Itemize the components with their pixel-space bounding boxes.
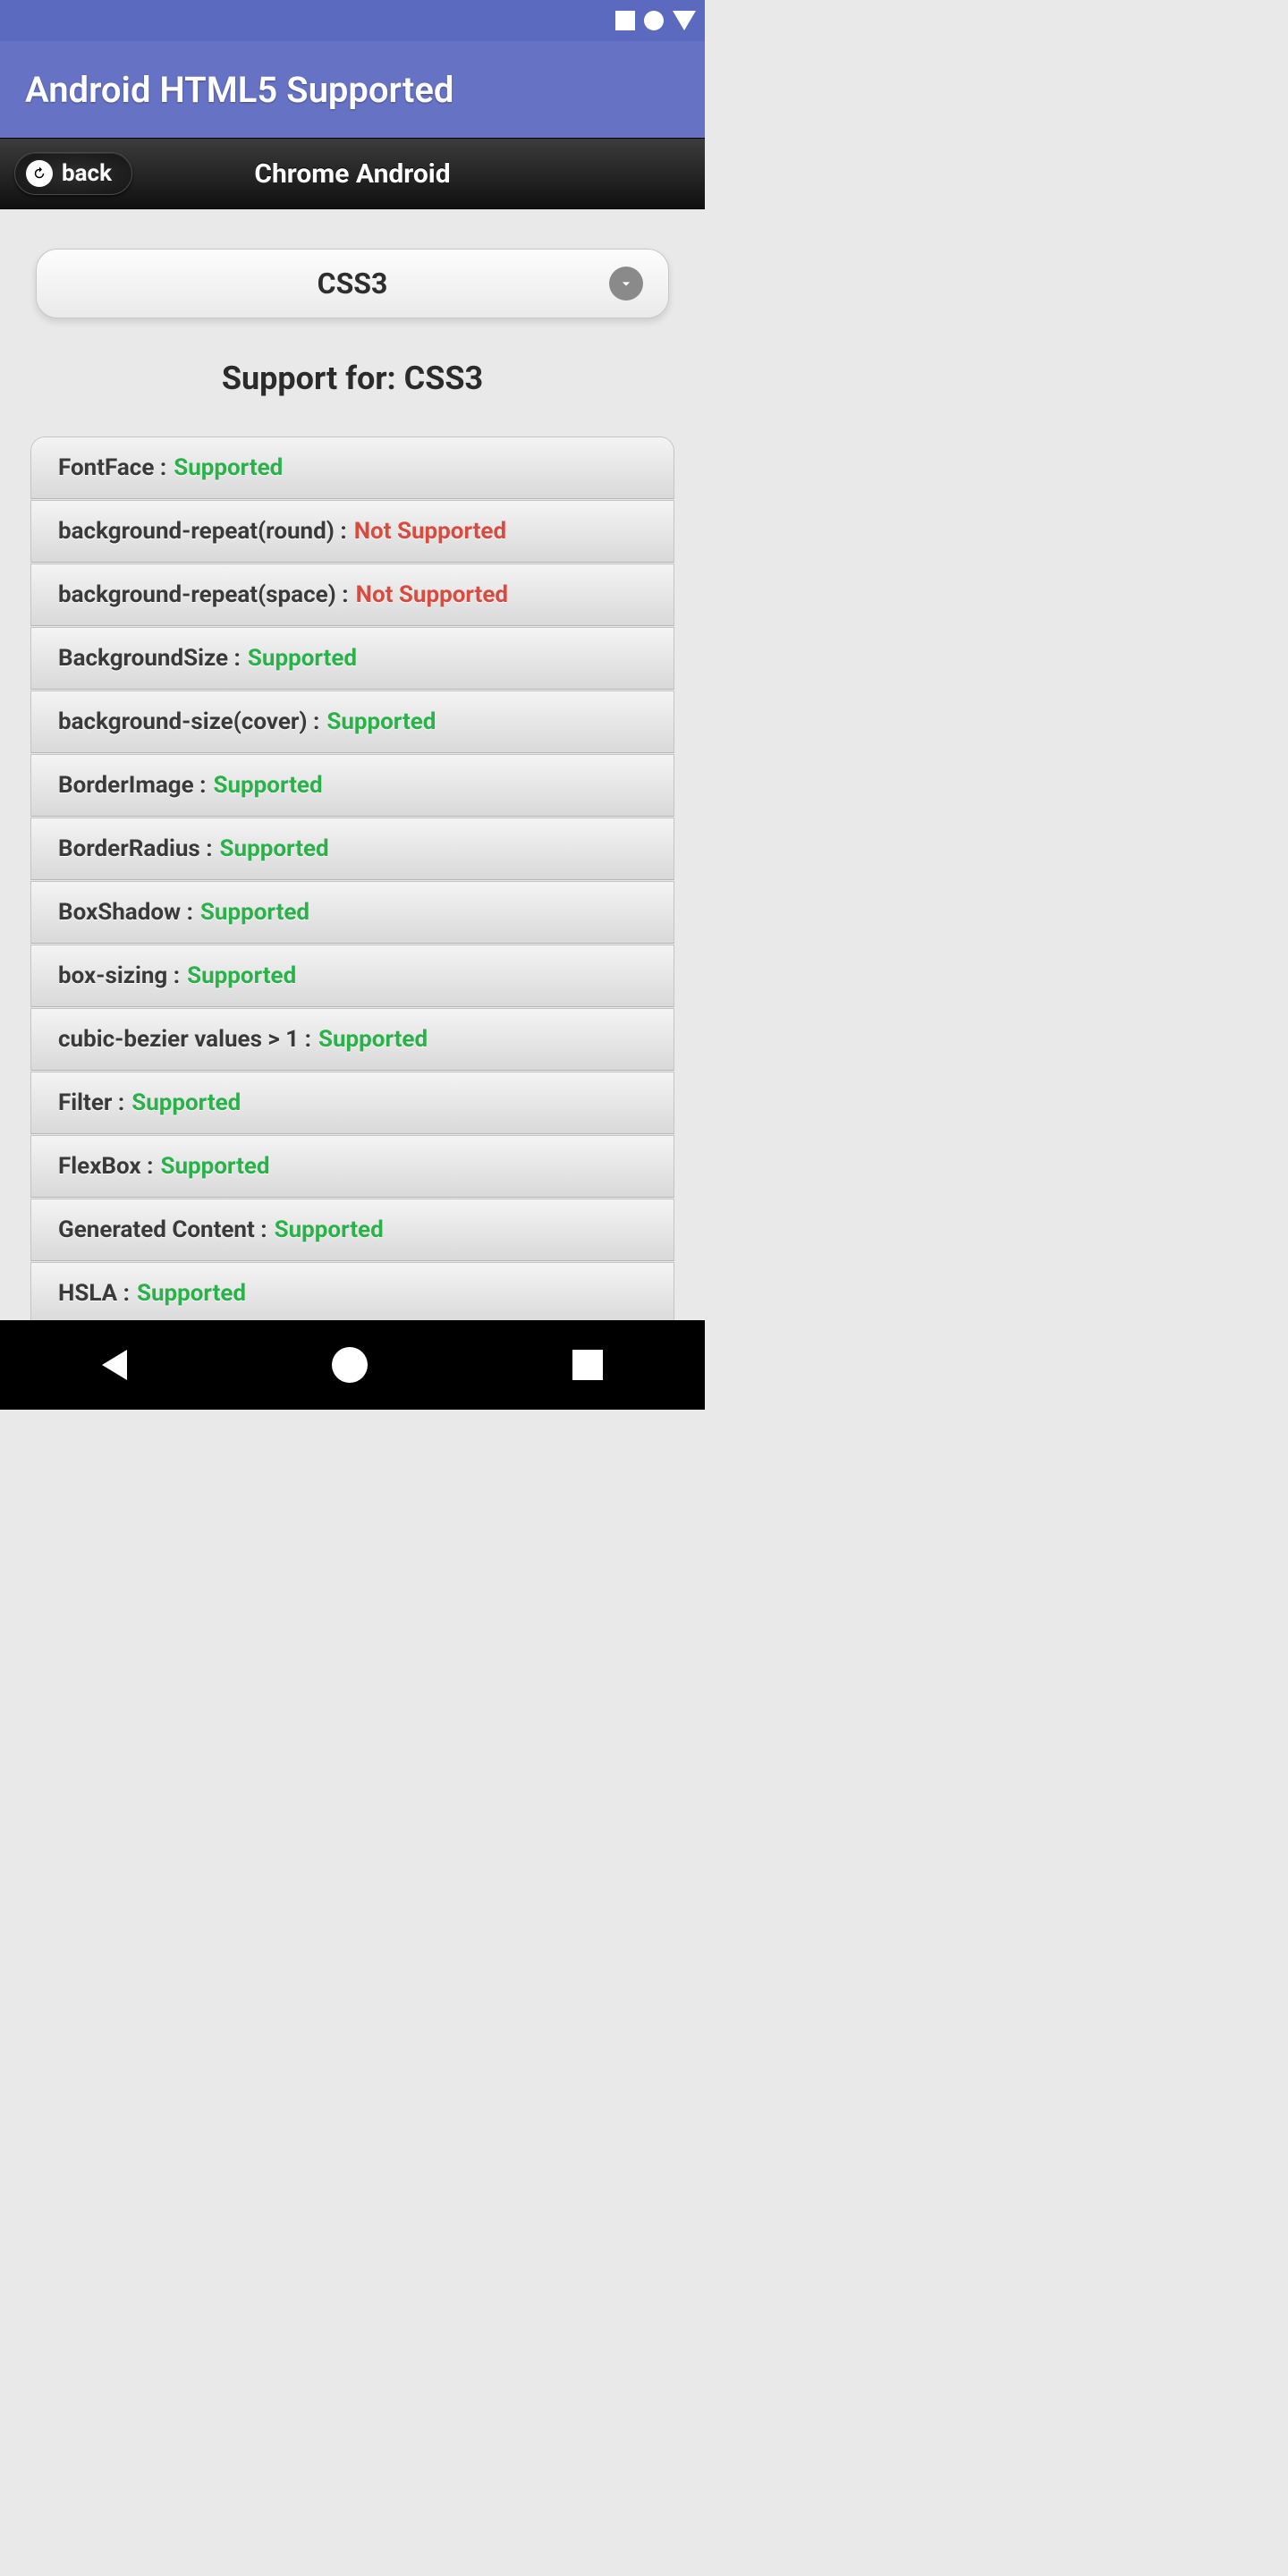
feature-row[interactable]: background-size(cover) : Supported <box>30 691 674 753</box>
feature-list[interactable]: FontFace : Supportedbackground-repeat(ro… <box>30 436 674 1389</box>
feature-row[interactable]: BoxShadow : Supported <box>30 881 674 944</box>
feature-status: Supported <box>174 454 283 481</box>
feature-row[interactable]: box-sizing : Supported <box>30 945 674 1007</box>
category-select[interactable]: CSS3 <box>36 249 669 318</box>
android-status-bar <box>0 0 705 41</box>
section-heading-subject: CSS3 <box>404 360 484 397</box>
status-circle-icon <box>644 11 664 30</box>
feature-name: BorderRadius : <box>58 835 213 862</box>
feature-row[interactable]: FlexBox : Supported <box>30 1135 674 1198</box>
feature-status: Supported <box>160 1153 269 1180</box>
feature-name: FontFace : <box>58 454 166 481</box>
feature-name: BoxShadow : <box>58 899 193 926</box>
feature-name: background-repeat(space) : <box>58 581 349 608</box>
feature-name: BackgroundSize : <box>58 645 241 672</box>
feature-status: Supported <box>248 645 357 672</box>
feature-row[interactable]: BorderImage : Supported <box>30 754 674 817</box>
feature-status: Not Supported <box>356 581 508 608</box>
feature-name: Generated Content : <box>58 1216 267 1243</box>
feature-status: Not Supported <box>354 518 506 545</box>
status-square-icon <box>615 11 635 30</box>
feature-name: Filter : <box>58 1089 124 1116</box>
feature-row[interactable]: FontFace : Supported <box>30 436 674 499</box>
feature-name: HSLA : <box>58 1280 130 1307</box>
chevron-down-icon <box>609 267 643 301</box>
feature-status: Supported <box>137 1280 246 1307</box>
nav-back-button[interactable] <box>102 1350 127 1380</box>
feature-name: FlexBox : <box>58 1153 153 1180</box>
feature-status: Supported <box>213 772 322 799</box>
back-button-label: back <box>62 160 112 187</box>
feature-row[interactable]: background-repeat(round) : Not Supported <box>30 500 674 563</box>
android-nav-bar <box>0 1320 705 1410</box>
feature-row[interactable]: background-repeat(space) : Not Supported <box>30 564 674 626</box>
app-bar: Android HTML5 Supported <box>0 41 705 138</box>
feature-name: box-sizing : <box>58 962 180 989</box>
back-arrow-icon <box>26 160 53 187</box>
feature-row[interactable]: cubic-bezier values > 1 : Supported <box>30 1008 674 1071</box>
app-title: Android HTML5 Supported <box>25 69 453 111</box>
status-triangle-icon <box>673 11 696 30</box>
feature-status: Supported <box>326 708 436 735</box>
feature-status: Supported <box>318 1026 428 1053</box>
feature-status: Supported <box>200 899 309 926</box>
nav-recent-button[interactable] <box>572 1350 603 1380</box>
feature-row[interactable]: BorderRadius : Supported <box>30 818 674 880</box>
feature-status: Supported <box>131 1089 241 1116</box>
feature-row[interactable]: HSLA : Supported <box>30 1262 674 1325</box>
feature-row[interactable]: Filter : Supported <box>30 1072 674 1134</box>
feature-row[interactable]: Generated Content : Supported <box>30 1199 674 1261</box>
feature-status: Supported <box>275 1216 384 1243</box>
nav-home-button[interactable] <box>332 1347 368 1383</box>
section-heading-prefix: Support for: <box>222 360 404 397</box>
feature-name: cubic-bezier values > 1 : <box>58 1026 311 1053</box>
feature-name: BorderImage : <box>58 772 206 799</box>
feature-row[interactable]: BackgroundSize : Supported <box>30 627 674 690</box>
feature-name: background-repeat(round) : <box>58 518 347 545</box>
category-select-value: CSS3 <box>318 267 388 301</box>
section-heading: Support for: CSS3 <box>36 360 669 397</box>
content-area: CSS3 Support for: CSS3 FontFace : Suppor… <box>0 209 705 1389</box>
back-button[interactable]: back <box>14 152 132 195</box>
feature-status: Supported <box>187 962 296 989</box>
page-toolbar: back Chrome Android <box>0 138 705 209</box>
feature-name: background-size(cover) : <box>58 708 319 735</box>
feature-status: Supported <box>220 835 329 862</box>
